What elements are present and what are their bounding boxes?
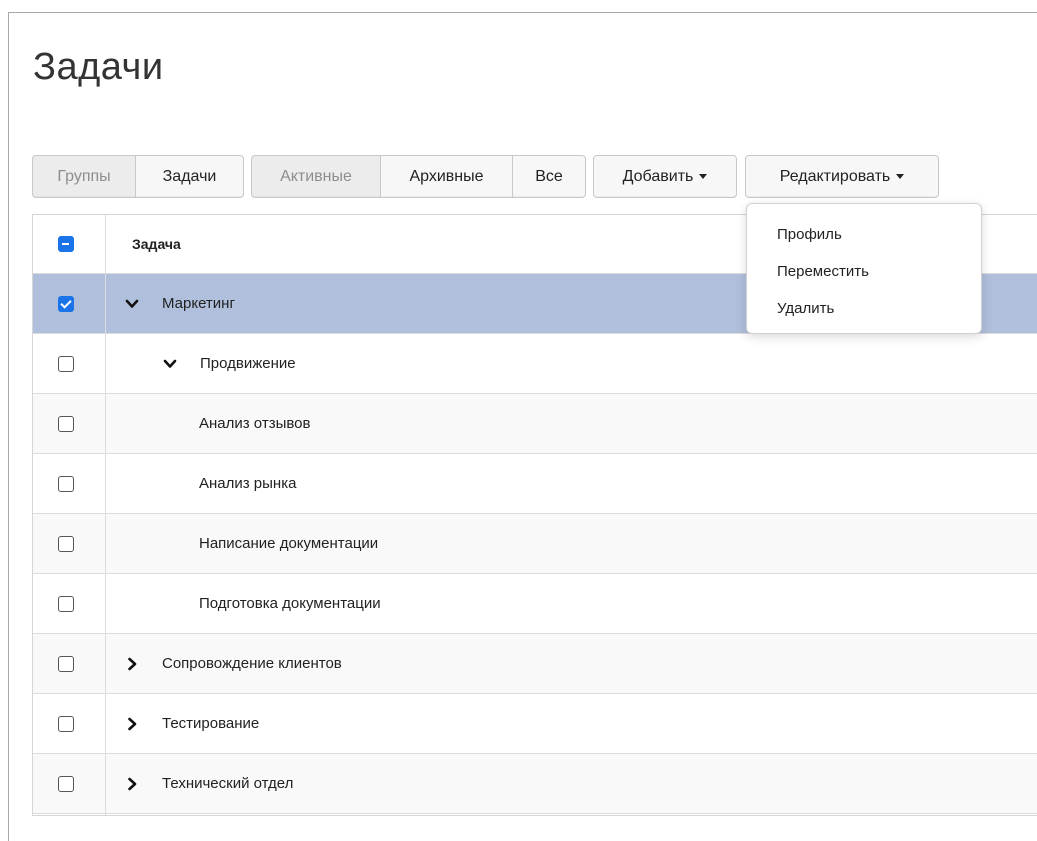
page-title: Задачи xyxy=(33,46,164,88)
task-label: Анализ рынка xyxy=(199,475,297,492)
edit-dropdown-menu: Профиль Переместить Удалить xyxy=(746,203,982,334)
table-row[interactable]: Технический отдел xyxy=(33,754,1037,814)
menu-item-profile[interactable]: Профиль xyxy=(777,226,842,243)
archived-filter-button[interactable]: Архивные xyxy=(380,155,513,198)
table-row[interactable]: Анализ отзывов xyxy=(33,394,1037,454)
select-all-checkbox[interactable] xyxy=(58,236,74,252)
task-label: Технический отдел xyxy=(162,775,294,792)
row-checkbox[interactable] xyxy=(58,475,74,492)
edit-button-label: Редактировать xyxy=(779,167,891,185)
row-checkbox[interactable] xyxy=(58,655,74,672)
chevron-right-icon[interactable] xyxy=(125,777,139,791)
task-label: Написание документации xyxy=(199,535,379,552)
column-header-task: Задача xyxy=(132,236,181,252)
chevron-down-icon[interactable] xyxy=(125,297,139,311)
task-label: Сопровождение клиентов xyxy=(162,655,342,672)
edit-dropdown-button[interactable]: Редактировать xyxy=(745,155,939,198)
chevron-right-icon[interactable] xyxy=(125,657,139,671)
row-checkbox[interactable] xyxy=(58,355,74,372)
table-row[interactable]: Подготовка документации xyxy=(33,574,1037,634)
active-filter-button[interactable]: Активные xyxy=(251,155,381,198)
row-checkbox[interactable] xyxy=(58,715,74,732)
table-row[interactable]: Анализ рынка xyxy=(33,454,1037,514)
chevron-right-icon[interactable] xyxy=(125,717,139,731)
row-checkbox[interactable] xyxy=(58,295,74,312)
table-row[interactable]: Сопровождение клиентов xyxy=(33,634,1037,694)
row-checkbox[interactable] xyxy=(58,415,74,432)
task-label: Маркетинг xyxy=(162,295,235,312)
row-checkbox[interactable] xyxy=(58,595,74,612)
task-label: Анализ отзывов xyxy=(199,415,311,432)
menu-item-delete[interactable]: Удалить xyxy=(777,300,834,317)
task-label: Подготовка документации xyxy=(199,595,381,612)
groups-tab-button[interactable]: Группы xyxy=(32,155,136,198)
chevron-down-icon[interactable] xyxy=(163,357,177,371)
add-dropdown-button[interactable]: Добавить xyxy=(593,155,737,198)
table-row[interactable]: Тестирование xyxy=(33,694,1037,754)
row-checkbox[interactable] xyxy=(58,775,74,792)
row-checkbox[interactable] xyxy=(58,535,74,552)
window-frame-left xyxy=(8,12,9,841)
window-frame-top xyxy=(8,12,1037,13)
table-row[interactable]: Продвижение xyxy=(33,334,1037,394)
all-filter-button[interactable]: Все xyxy=(512,155,586,198)
add-button-label: Добавить xyxy=(622,167,694,185)
tasks-tab-button[interactable]: Задачи xyxy=(135,155,244,198)
task-label: Продвижение xyxy=(200,355,296,372)
menu-item-move[interactable]: Переместить xyxy=(777,263,869,280)
table-row[interactable]: Написание документации xyxy=(33,514,1037,574)
caret-down-icon xyxy=(896,174,905,179)
task-label: Тестирование xyxy=(162,715,260,732)
column-divider xyxy=(105,215,106,815)
caret-down-icon xyxy=(699,174,708,179)
